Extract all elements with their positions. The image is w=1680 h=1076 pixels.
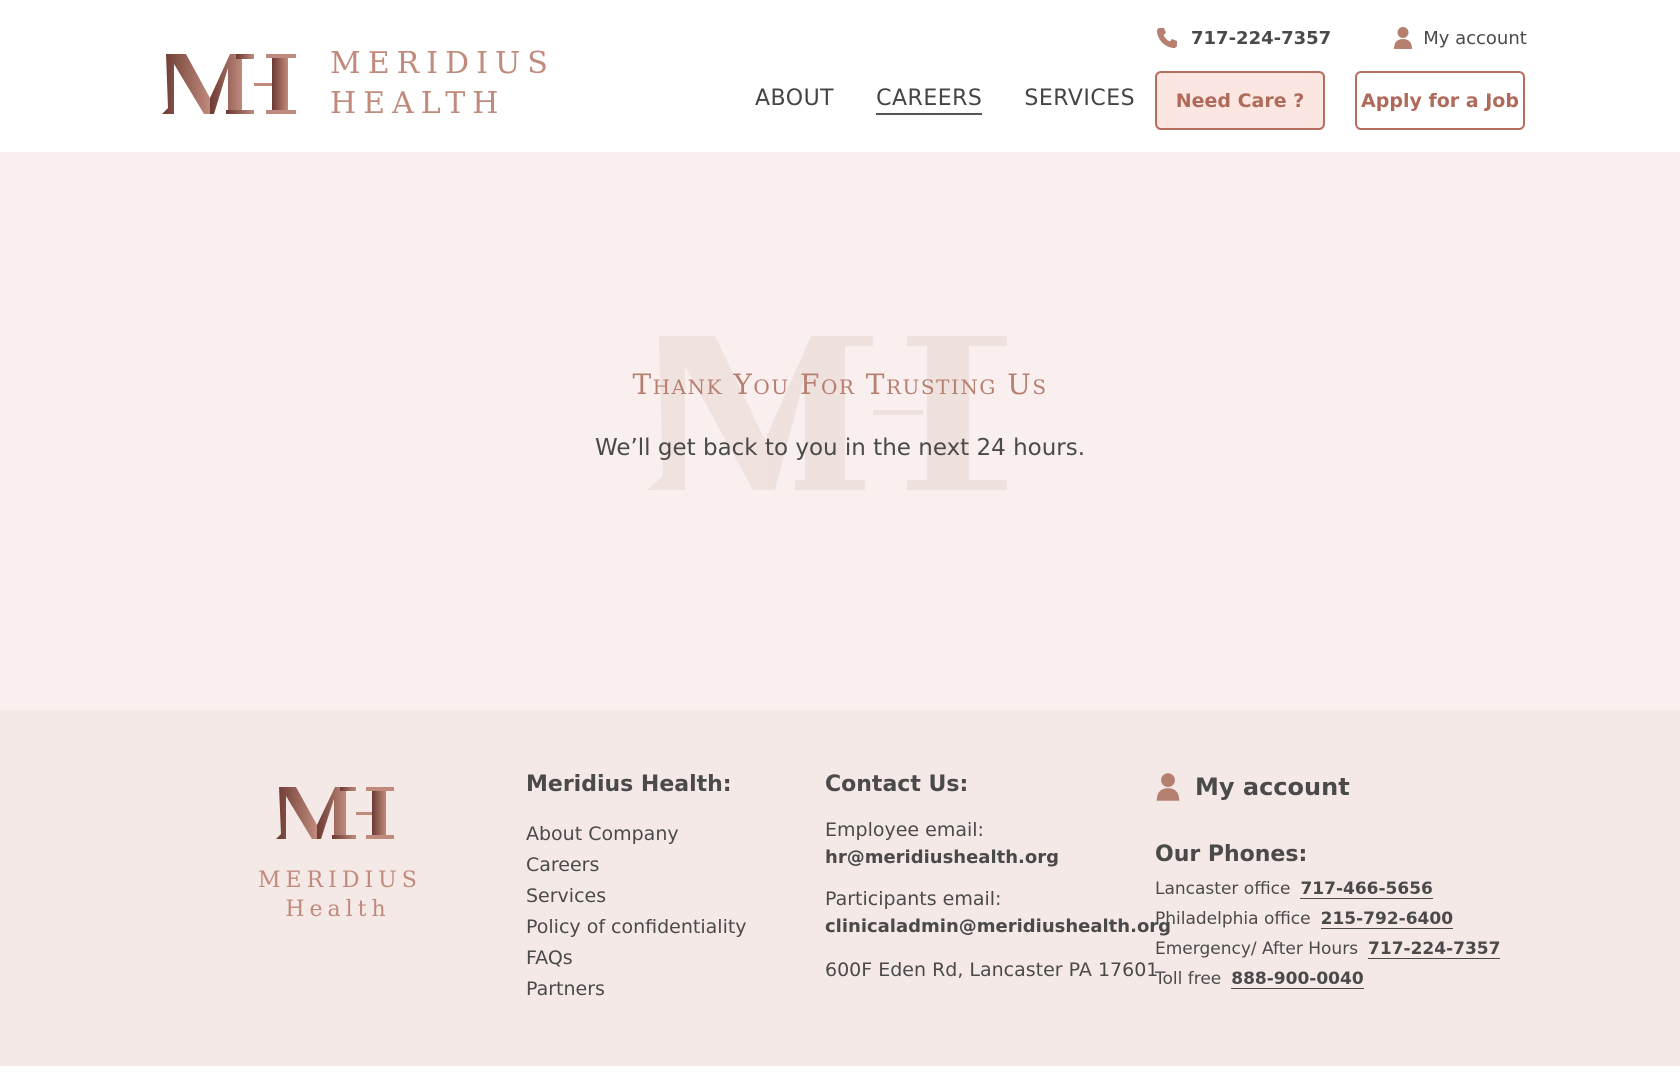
footer-company-heading: Meridius Health: (526, 772, 732, 797)
phone-row-toll-free: Toll free 888-900-0040 (1155, 969, 1500, 989)
phone-row-lancaster: Lancaster office 717-466-5656 (1155, 879, 1500, 899)
phone-number-link[interactable]: 717-466-5656 (1300, 880, 1433, 899)
footer-brand-line2: Health (285, 897, 391, 922)
footer-company-links: About Company Careers Services Policy of… (526, 819, 747, 1005)
header-account-label: My account (1423, 27, 1527, 49)
employee-email-label: Employee email: (825, 819, 984, 841)
footer-contact-heading: Contact Us: (825, 772, 969, 797)
footer-logo[interactable]: MERIDIUS Health (258, 784, 418, 922)
phone-label: Toll free (1155, 969, 1222, 989)
brand-name-line1: MERIDIUS (330, 46, 555, 81)
header-account-link[interactable]: My account (1393, 26, 1527, 50)
footer-address: 600F Eden Rd, Lancaster PA 17601 (825, 959, 1159, 981)
nav-services[interactable]: SERVICES (1024, 86, 1135, 115)
phone-label: Lancaster office (1155, 879, 1291, 899)
participants-email-label: Participants email: (825, 888, 1002, 910)
footer-link-services[interactable]: Services (526, 881, 747, 912)
footer-phones-heading: Our Phones: (1155, 842, 1308, 867)
phone-number-link[interactable]: 215-792-6400 (1320, 910, 1454, 929)
footer-phone-list: Lancaster office 717-466-5656 Philadelph… (1155, 879, 1501, 989)
footer-account-label: My account (1195, 773, 1350, 801)
site-header: MERIDIUS HEALTH 717-224-7357 My account … (0, 0, 1680, 152)
meridius-monogram-icon (276, 787, 394, 839)
footer-link-policy[interactable]: Policy of confidentiality (526, 912, 747, 943)
thank-you-subtitle: We’ll get back to you in the next 24 hou… (594, 435, 1086, 461)
phone-number-link[interactable]: 888-900-0040 (1231, 970, 1364, 989)
footer-link-partners[interactable]: Partners (526, 974, 747, 1005)
user-icon (1394, 27, 1413, 49)
meridius-monogram-icon (162, 54, 296, 114)
brand-logo[interactable]: MERIDIUS HEALTH (160, 44, 555, 124)
employee-email-link[interactable]: hr@meridiushealth.org (825, 847, 1171, 868)
thank-you-title: Thank You For Trusting Us (632, 368, 1048, 401)
phone-label: Emergency/ After Hours (1155, 939, 1359, 959)
thank-you-section: Thank You For Trusting Us We’ll get back… (0, 152, 1680, 710)
footer-brand-line1: MERIDIUS (258, 868, 422, 893)
header-phone-link[interactable]: 717-224-7357 (1155, 26, 1331, 50)
phone-number-link[interactable]: 717-224-7357 (1368, 940, 1501, 959)
monogram-watermark-icon (647, 336, 1007, 490)
user-icon (1156, 773, 1180, 801)
footer-contact-column: Contact Us: Employee email: hr@meridiush… (825, 772, 1171, 981)
phone-row-emergency: Emergency/ After Hours 717-224-7357 (1155, 939, 1501, 959)
nav-careers[interactable]: CAREERS (876, 86, 983, 115)
brand-wordmark: MERIDIUS HEALTH (330, 44, 555, 124)
footer-link-faqs[interactable]: FAQs (526, 943, 747, 974)
apply-job-button[interactable]: Apply for a Job (1355, 71, 1525, 130)
main-nav: ABOUT CAREERS SERVICES (755, 86, 1177, 115)
brand-name-line2: HEALTH (330, 86, 506, 121)
footer-link-about[interactable]: About Company (526, 819, 747, 850)
phone-row-philadelphia: Philadelphia office 215-792-6400 (1155, 909, 1500, 929)
phone-icon (1157, 28, 1177, 48)
header-top-links: 717-224-7357 My account (1155, 26, 1527, 50)
participants-email-link[interactable]: clinicaladmin@meridiushealth.org (825, 916, 1171, 937)
phone-label: Philadelphia office (1155, 909, 1311, 929)
footer-link-careers[interactable]: Careers (526, 850, 747, 881)
footer-account-link[interactable]: My account (1155, 772, 1500, 802)
header-phone-number: 717-224-7357 (1191, 27, 1332, 49)
footer-account-column: My account Our Phones: Lancaster office … (1155, 772, 1501, 989)
footer-company-column: Meridius Health: About Company Careers S… (526, 772, 747, 1005)
need-care-button[interactable]: Need Care ? (1155, 71, 1325, 130)
nav-about[interactable]: ABOUT (755, 86, 834, 115)
site-footer: MERIDIUS Health Meridius Health: About C… (0, 710, 1680, 1066)
